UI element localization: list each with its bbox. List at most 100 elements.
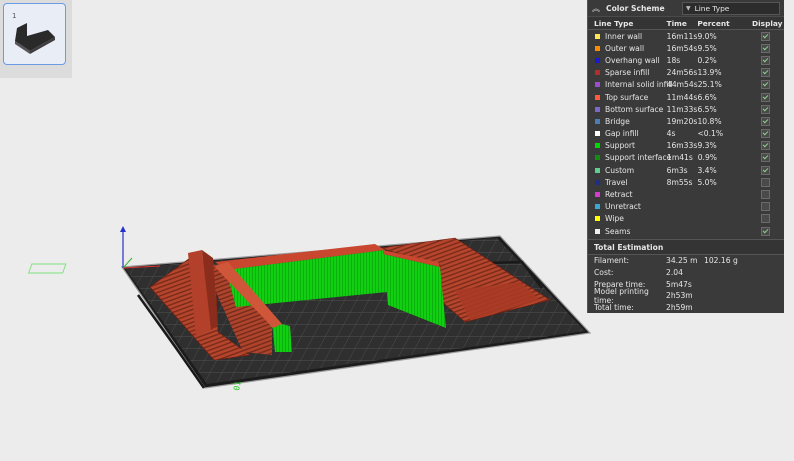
line-type-name: Internal solid infill: [605, 80, 673, 90]
line-type-time: 16m54s: [666, 43, 698, 53]
line-type-percent: 6.6%: [697, 92, 717, 102]
display-cell: [752, 68, 778, 78]
display-checkbox[interactable]: [760, 104, 770, 114]
legend-row: Support interface 1m41s 0.9%: [588, 152, 784, 164]
line-type-time: 16m33s: [666, 141, 698, 151]
display-checkbox[interactable]: [760, 141, 770, 151]
display-cell: [752, 190, 778, 200]
legend-type-cell: Support interface: [594, 153, 671, 162]
estimation-row: Total time: 2h59m: [588, 302, 784, 314]
legend-type-cell: Retract: [594, 190, 667, 199]
legend-row: Sparse infill 24m56s 13.9%: [588, 67, 784, 79]
column-display: Display: [752, 18, 783, 28]
column-line-type: Line Type: [594, 18, 634, 28]
display-cell: [752, 141, 778, 151]
line-type-name: Top surface: [605, 92, 649, 102]
color-swatch: [595, 143, 600, 149]
legend-column-headers: Line Type Time Percent Display: [588, 17, 784, 30]
gcode-legend-panel: ︽ Color Scheme ▼ Line Type Line Type Tim…: [587, 0, 784, 313]
display-checkbox[interactable]: [760, 31, 770, 41]
line-type-time: 24m56s: [666, 68, 698, 78]
line-type-name: Bridge: [605, 116, 630, 126]
estimation-value: 2h59m: [666, 302, 693, 312]
color-swatch: [595, 118, 600, 124]
color-swatch: [595, 57, 600, 63]
collapse-chevron-icon[interactable]: ︽: [592, 3, 606, 14]
legend-type-cell: Travel: [594, 178, 667, 187]
legend-row: Bottom surface 11m33s 6.5%: [588, 103, 784, 115]
legend-row: Wipe: [588, 213, 784, 225]
estimation-value: 5m47s: [666, 279, 692, 289]
legend-row: Internal solid infill 44m54s 25.1%: [588, 79, 784, 91]
line-type-time: 6m3s: [666, 165, 688, 175]
estimation-row: Filament: 34.25 m 102.16 g: [588, 255, 784, 267]
display-cell: [752, 43, 778, 53]
legend-type-cell: Custom: [594, 166, 667, 175]
display-checkbox[interactable]: [760, 129, 770, 139]
line-type-time: 11m33s: [666, 104, 698, 114]
display-checkbox[interactable]: [760, 80, 770, 90]
legend-type-cell: Internal solid infill: [594, 80, 673, 89]
line-type-percent: 9.3%: [697, 141, 717, 151]
plate-label: 01: [232, 380, 243, 391]
line-type-time: 18s: [666, 55, 681, 65]
display-cell: [752, 116, 778, 126]
display-cell: [752, 55, 778, 65]
display-cell: [752, 31, 778, 41]
line-type-name: Retract: [605, 190, 633, 200]
display-cell: [752, 92, 778, 102]
legend-type-cell: Top surface: [594, 93, 667, 102]
display-checkbox[interactable]: [760, 226, 770, 236]
display-checkbox[interactable]: [760, 68, 770, 78]
color-scheme-value: Line Type: [694, 3, 730, 13]
display-checkbox[interactable]: [760, 43, 770, 53]
line-type-name: Inner wall: [605, 31, 643, 41]
display-cell: [752, 165, 778, 175]
line-type-name: Bottom surface: [605, 104, 664, 114]
display-cell: [752, 104, 778, 114]
estimation-rows: Filament: 34.25 m 102.16 g Cost: 2.04 Prepare…: [588, 255, 784, 313]
display-checkbox[interactable]: [760, 214, 770, 224]
column-percent: Percent: [697, 18, 730, 28]
display-checkbox[interactable]: [760, 153, 770, 163]
line-type-name: Seams: [605, 226, 631, 236]
line-type-name: Overhang wall: [605, 55, 660, 65]
line-type-time: 4s: [666, 129, 676, 139]
legend-row: Retract: [588, 188, 784, 200]
legend-row: Outer wall 16m54s 9.5%: [588, 42, 784, 54]
model-thumbnail-icon: [15, 23, 55, 54]
display-cell: [752, 177, 778, 187]
display-checkbox[interactable]: [760, 55, 770, 65]
line-type-name: Outer wall: [605, 43, 645, 53]
display-checkbox[interactable]: [760, 177, 770, 187]
color-scheme-dropdown[interactable]: ▼ Line Type: [682, 1, 780, 15]
legend-row: Travel 8m55s 5.0%: [588, 176, 784, 188]
line-type-percent: 6.5%: [697, 104, 717, 114]
legend-type-cell: Seams: [594, 227, 667, 236]
chevron-down-icon: ▼: [686, 4, 691, 12]
line-type-percent: 13.9%: [697, 68, 722, 78]
display-checkbox[interactable]: [760, 190, 770, 200]
estimation-value: 2.04: [666, 268, 683, 278]
display-cell: [752, 202, 778, 212]
estimation-row: Cost: 2.04: [588, 267, 784, 279]
legend-header: ︽ Color Scheme ▼ Line Type: [588, 0, 784, 17]
column-time: Time: [666, 18, 687, 28]
legend-row: Top surface 11m44s 6.6%: [588, 91, 784, 103]
legend-row: Gap infill 4s <0.1%: [588, 128, 784, 140]
legend-row: Custom 6m3s 3.4%: [588, 164, 784, 176]
plate-thumbnail[interactable]: 1: [3, 3, 66, 65]
color-swatch: [595, 179, 600, 185]
display-checkbox[interactable]: [760, 202, 770, 212]
estimation-row: Model printing time: 2h53m: [588, 287, 784, 305]
legend-type-cell: Support: [594, 141, 667, 150]
display-checkbox[interactable]: [760, 165, 770, 175]
line-type-name: Wipe: [605, 214, 624, 224]
display-checkbox[interactable]: [760, 116, 770, 126]
display-checkbox[interactable]: [760, 92, 770, 102]
color-swatch: [595, 155, 600, 161]
color-swatch: [595, 192, 600, 198]
color-swatch: [595, 216, 600, 222]
line-type-time: 19m20s: [666, 116, 698, 126]
line-type-percent: 3.4%: [697, 165, 717, 175]
